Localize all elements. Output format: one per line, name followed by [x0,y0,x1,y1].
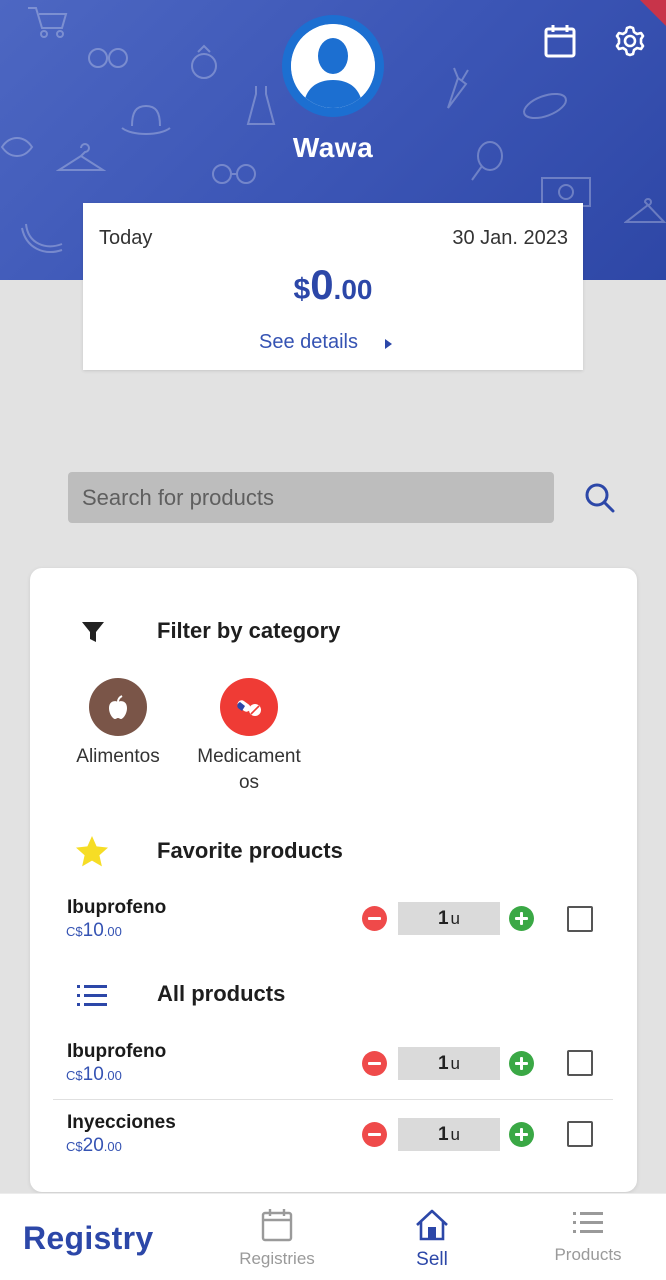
bread-doodle-icon [523,92,567,120]
increment-button[interactable] [509,1122,534,1147]
avatar[interactable] [282,15,384,117]
select-checkbox[interactable] [567,1050,593,1076]
products-panel: Filter by category Alimentos Medicamento… [30,568,637,1192]
quantity-unit: u [450,1053,461,1073]
select-checkbox[interactable] [567,1121,593,1147]
price-decimal: .00 [103,924,122,939]
price-integer: 10 [82,920,104,941]
funnel-icon [82,622,104,642]
quantity-unit: u [450,908,461,928]
quantity-value: 1 [437,1123,449,1145]
star-icon [76,836,108,867]
category-alimentos[interactable]: Alimentos [63,678,173,770]
select-checkbox[interactable] [567,906,593,932]
apple-icon [89,678,147,736]
quantity-value: 1 [437,907,449,929]
username-label: Wawa [292,132,374,163]
gear-icon [615,25,645,57]
price-decimal: .00 [103,1139,122,1154]
calendar-icon [261,1209,293,1242]
filter-section-title: Filter by category [157,618,341,643]
quantity-field[interactable]: 1u [398,1047,500,1080]
nav-label: Sell [416,1249,448,1270]
category-label: Alimentos [76,746,160,767]
amount-cents: .00 [333,274,373,305]
pills-icon [220,678,278,736]
hanger-doodle-icon [624,198,666,223]
category-medicamentos[interactable]: Medicamentos [194,678,304,796]
calendar-button[interactable] [542,22,578,60]
increment-button[interactable] [509,1051,534,1076]
product-price: C$20.00 [66,1135,122,1157]
product-price: C$10.00 [66,1064,122,1086]
product-name: Ibuprofeno [67,897,167,918]
product-name: Inyecciones [67,1112,176,1133]
home-icon [416,1209,448,1241]
calendar-icon [544,25,576,58]
user-silhouette-icon [291,24,375,108]
price-integer: 20 [82,1135,104,1156]
caret-right-icon[interactable] [385,339,392,349]
quantity-field[interactable]: 1u [398,902,500,935]
see-details-link[interactable]: See details [259,331,358,354]
day-label: Today [99,227,153,249]
carrot-doodle-icon [447,67,469,109]
banana-doodle-icon [21,223,63,253]
product-price: C$10.00 [66,920,122,942]
list-icon [77,985,107,1006]
category-label: Medicamentos [197,746,301,793]
amount-currency: $ [293,273,311,306]
nav-label: Registries [239,1249,315,1268]
price-integer: 10 [82,1064,104,1085]
price-currency: C$ [66,1139,83,1154]
decrement-button[interactable] [362,1051,387,1076]
quantity-value: 1 [437,1052,449,1074]
amount-integer: 0 [310,261,334,308]
nav-label: Products [554,1245,622,1264]
quantity-unit: u [450,1124,461,1144]
search-input[interactable] [68,472,554,523]
price-currency: C$ [66,924,83,939]
nav-item-sell[interactable]: Sell [372,1208,492,1271]
ring-doodle-icon [191,44,217,79]
nav-item-registries[interactable]: Registries [217,1208,337,1269]
daily-summary-card: Today 30 Jan. 2023 $0.00 See details [83,203,583,370]
row-divider [53,1099,613,1100]
dress-doodle-icon [246,86,276,125]
increment-button[interactable] [509,906,534,931]
shopping-cart-doodle-icon [28,7,68,38]
brand-logo: Registry [23,1220,154,1256]
price-currency: C$ [66,1068,83,1083]
search-button[interactable] [580,478,620,518]
total-amount: $0.00 [83,261,583,309]
settings-button[interactable] [612,22,648,60]
price-decimal: .00 [103,1068,122,1083]
quantity-field[interactable]: 1u [398,1118,500,1151]
search-icon [585,483,615,513]
list-icon [573,1212,603,1233]
fruits-doodle-icon [88,48,128,68]
nav-item-products[interactable]: Products [528,1208,648,1265]
date-label: 30 Jan. 2023 [452,227,568,249]
decrement-button[interactable] [362,1122,387,1147]
favorites-section-title: Favorite products [157,838,343,863]
bottom-navigation: Registry Registries Sell Products [0,1193,666,1280]
all-products-section-title: All products [157,981,286,1006]
decrement-button[interactable] [362,906,387,931]
product-name: Ibuprofeno [67,1041,167,1062]
